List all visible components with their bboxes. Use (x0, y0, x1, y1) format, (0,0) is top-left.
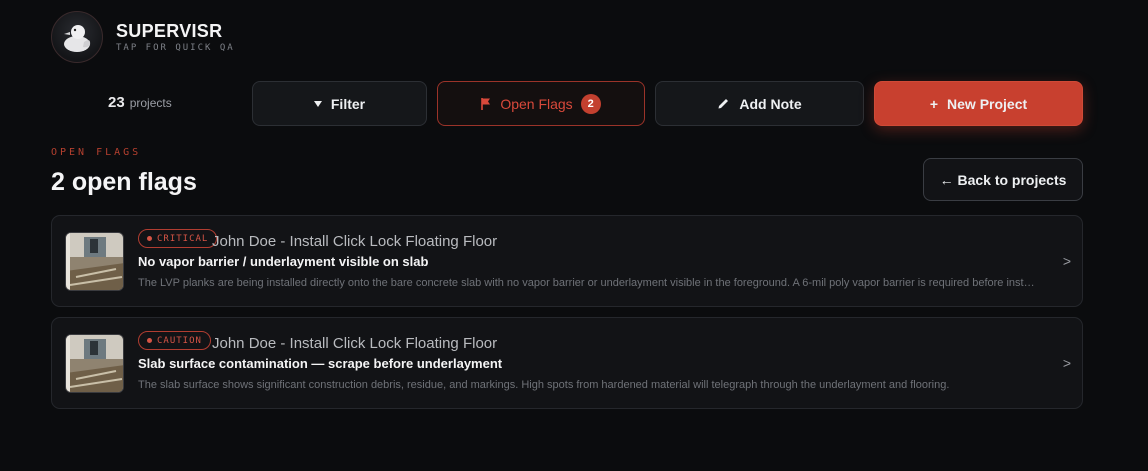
duck-icon (51, 11, 103, 63)
project-count: 23 projects (108, 94, 172, 111)
brand[interactable]: SUPERVISR TAP FOR QUICK QA (51, 11, 235, 63)
severity-badge: CRITICAL (138, 229, 218, 248)
project-count-value: 23 (108, 94, 125, 111)
flag-description: The slab surface shows significant const… (138, 379, 950, 391)
add-note-button[interactable]: Add Note (655, 81, 864, 126)
severity-label: CAUTION (157, 335, 202, 346)
chevron-right-icon: > (1062, 253, 1071, 269)
back-to-projects-button[interactable]: ← Back to projects (923, 158, 1083, 201)
flag-thumbnail (65, 232, 124, 291)
severity-badge: CAUTION (138, 331, 211, 350)
plus-icon: + (929, 95, 939, 112)
severity-dot-icon (147, 236, 152, 241)
open-flags-button[interactable]: Open Flags 2 (437, 81, 645, 126)
add-note-label: Add Note (739, 95, 802, 112)
app-subtitle: TAP FOR QUICK QA (116, 43, 235, 53)
flag-card[interactable]: CRITICAL John Doe - Install Click Lock F… (51, 215, 1083, 307)
caret-down-icon (313, 100, 322, 107)
new-project-button[interactable]: + New Project (874, 81, 1083, 126)
flag-project-name: John Doe - Install Click Lock Floating F… (212, 335, 498, 352)
project-count-label: projects (129, 96, 172, 110)
flag-title: No vapor barrier / underlayment visible … (138, 254, 429, 269)
flag-description: The LVP planks are being installed direc… (138, 277, 1038, 289)
severity-dot-icon (147, 338, 152, 343)
flag-icon (481, 97, 491, 110)
section-label: OPEN FLAGS (51, 147, 142, 158)
severity-label: CRITICAL (157, 233, 209, 244)
pencil-icon (717, 97, 730, 110)
flag-title: Slab surface contamination — scrape befo… (138, 356, 503, 371)
flag-card[interactable]: CAUTION John Doe - Install Click Lock Fl… (51, 317, 1083, 409)
page-title: 2 open flags (51, 168, 197, 196)
open-flags-label: Open Flags (500, 95, 573, 112)
app-title: SUPERVISR (116, 21, 223, 41)
filter-label: Filter (330, 95, 366, 112)
flag-project-name: John Doe - Install Click Lock Floating F… (212, 233, 498, 250)
new-project-label: New Project (947, 95, 1028, 112)
filter-button[interactable]: Filter (252, 81, 427, 126)
flag-thumbnail (65, 334, 124, 393)
chevron-right-icon: > (1062, 355, 1071, 371)
open-flags-count-badge: 2 (580, 93, 601, 114)
